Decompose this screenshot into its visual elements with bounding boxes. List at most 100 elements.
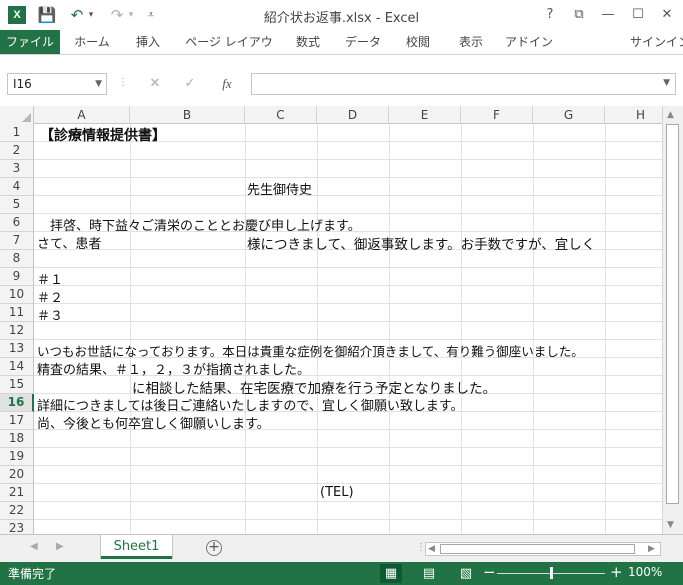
row-header-21[interactable]: 21 <box>0 484 34 502</box>
row-header-9[interactable]: 9 <box>0 268 34 286</box>
cell-b15[interactable]: に相談した結果、在宅医療で加療を行う予定となりました。 <box>132 377 496 397</box>
chevron-down-icon[interactable]: ▼ <box>95 74 102 94</box>
row-header-18[interactable]: 18 <box>0 430 34 448</box>
row-header-15[interactable]: 15 <box>0 376 34 394</box>
undo-icon[interactable]: ↶ <box>66 5 88 25</box>
column-header-g[interactable]: G <box>533 106 605 124</box>
excel-logo-icon[interactable]: X <box>8 6 26 24</box>
tab-data[interactable]: データ <box>340 30 386 54</box>
row-header-3[interactable]: 3 <box>0 160 34 178</box>
page-break-view-icon[interactable]: ▧ <box>455 564 477 583</box>
select-all-button[interactable] <box>0 106 34 124</box>
redo-icon[interactable]: ↷ <box>106 5 128 25</box>
name-box[interactable]: I16 ▼ <box>7 73 107 95</box>
scroll-up-icon[interactable]: ▲ <box>667 110 674 120</box>
row-header-2[interactable]: 2 <box>0 142 34 160</box>
column-header-h[interactable]: H <box>605 106 662 124</box>
cell-c7[interactable]: 様につきまして、御返事致します。お手数ですが、宜しく <box>247 233 595 253</box>
column-header-f[interactable]: F <box>461 106 533 124</box>
scroll-left-icon[interactable]: ◀ <box>428 544 435 554</box>
cell-a13[interactable]: いつもお世話になっております。本日は貴重な症例を御紹介頂きまして、有り難う御座い… <box>37 341 584 360</box>
zoom-level[interactable]: 100% <box>628 565 662 579</box>
row-header-12[interactable]: 12 <box>0 322 34 340</box>
cell-d21[interactable]: (TEL) <box>320 485 354 500</box>
row-header-4[interactable]: 4 <box>0 178 34 196</box>
help-button[interactable]: ? <box>538 4 562 26</box>
tab-insert[interactable]: 挿入 <box>128 30 168 54</box>
cell-a6[interactable]: 拝啓、時下益々ご清栄のこととお慶び申し上げます。 <box>50 215 361 234</box>
sheet-tab-sheet1[interactable]: Sheet1 <box>101 535 172 559</box>
enter-entry-button[interactable]: ✓ <box>176 73 204 95</box>
cell-a17[interactable]: 尚、今後とも何卒宜しく御願いします。 <box>37 413 270 432</box>
scroll-right-icon[interactable]: ▶ <box>648 544 655 554</box>
page-layout-view-icon[interactable]: ▤ <box>418 564 440 583</box>
cancel-entry-button[interactable]: ✕ <box>141 73 169 95</box>
tab-file[interactable]: ファイル <box>0 30 60 54</box>
signin-link[interactable]: サインイン <box>630 30 683 54</box>
cell-a16[interactable]: 詳細につきましては後日ご連絡いたしますので、宜しく御願い致します。 <box>37 395 464 414</box>
row-header-1[interactable]: 1 <box>0 124 34 142</box>
horizontal-scroll-thumb[interactable] <box>440 544 635 554</box>
cell-a11[interactable]: ＃３ <box>37 305 63 324</box>
column-header-b[interactable]: B <box>130 106 245 124</box>
sheet-prev-icon[interactable]: ◀ <box>30 541 38 552</box>
vertical-scroll-thumb[interactable] <box>666 124 679 504</box>
row-header-14[interactable]: 14 <box>0 358 34 376</box>
column-header-d[interactable]: D <box>317 106 389 124</box>
gridline <box>34 483 662 484</box>
row-header-20[interactable]: 20 <box>0 466 34 484</box>
sheet-next-icon[interactable]: ▶ <box>56 541 64 552</box>
tab-page-layout[interactable]: ページ レイアウト <box>184 30 274 73</box>
formula-input[interactable]: ▼ <box>251 73 676 95</box>
horizontal-scrollbar[interactable]: ◀ ▶ <box>425 542 661 556</box>
row-header-19[interactable]: 19 <box>0 448 34 466</box>
cell-a7[interactable]: さて、患者 <box>37 233 101 252</box>
cell-c4[interactable]: 先生御侍史 <box>247 179 312 198</box>
tab-view[interactable]: 表示 <box>451 30 491 54</box>
tab-home[interactable]: ホーム <box>68 30 116 54</box>
tab-review[interactable]: 校閲 <box>398 30 438 54</box>
drag-handle-icon[interactable]: ⋮ <box>118 77 128 88</box>
insert-function-button[interactable]: fx <box>213 73 241 95</box>
row-header-11[interactable]: 11 <box>0 304 34 322</box>
redo-dropdown-icon[interactable]: ▾ <box>126 5 136 25</box>
scroll-down-icon[interactable]: ▼ <box>667 520 674 530</box>
normal-view-icon[interactable]: ▦ <box>380 564 402 583</box>
cell-a14[interactable]: 精査の結果、＃１，２，３が指摘されました。 <box>37 359 310 378</box>
close-button[interactable]: ✕ <box>655 4 679 26</box>
zoom-slider-thumb[interactable] <box>550 567 553 579</box>
ribbon-display-options-button[interactable]: ⧉ <box>567 4 591 26</box>
row-header-13[interactable]: 13 <box>0 340 34 358</box>
row-header-17[interactable]: 17 <box>0 412 34 430</box>
customize-toolbar-icon[interactable]: ⩡ <box>142 5 160 25</box>
maximize-button[interactable]: ☐ <box>626 4 650 26</box>
save-icon[interactable]: 💾 <box>36 5 58 25</box>
column-header-e[interactable]: E <box>389 106 461 124</box>
row-header-22[interactable]: 22 <box>0 502 34 520</box>
gridline <box>389 124 390 534</box>
expand-formula-icon[interactable]: ▼ <box>663 78 670 88</box>
vertical-scrollbar[interactable]: ▲ ▼ <box>662 106 683 534</box>
cell-a10[interactable]: ＃２ <box>37 287 63 306</box>
add-sheet-button[interactable]: + <box>206 540 222 556</box>
column-header-a[interactable]: A <box>34 106 130 124</box>
cell-a1[interactable]: 【診療情報提供書】 <box>40 125 166 145</box>
worksheet-grid[interactable]: A B C D E F G H 1 2 3 4 5 6 7 8 9 10 11 12 13 14 15 16 1… <box>0 106 662 534</box>
row-header-16[interactable]: 16 <box>0 394 34 412</box>
row-header-6[interactable]: 6 <box>0 214 34 232</box>
zoom-in-button[interactable]: + <box>610 563 623 581</box>
gridline <box>130 124 131 534</box>
tab-formulas[interactable]: 数式 <box>288 30 328 54</box>
minimize-button[interactable]: — <box>596 4 620 26</box>
row-header-10[interactable]: 10 <box>0 286 34 304</box>
row-header-23[interactable]: 23 <box>0 520 34 534</box>
zoom-out-button[interactable]: − <box>483 563 496 581</box>
row-header-8[interactable]: 8 <box>0 250 34 268</box>
cell-a9[interactable]: ＃１ <box>37 269 63 288</box>
row-header-7[interactable]: 7 <box>0 232 34 250</box>
gridline <box>34 519 662 520</box>
row-header-5[interactable]: 5 <box>0 196 34 214</box>
undo-dropdown-icon[interactable]: ▾ <box>86 5 96 25</box>
column-header-c[interactable]: C <box>245 106 317 124</box>
tab-addins[interactable]: アドイン <box>504 30 554 54</box>
